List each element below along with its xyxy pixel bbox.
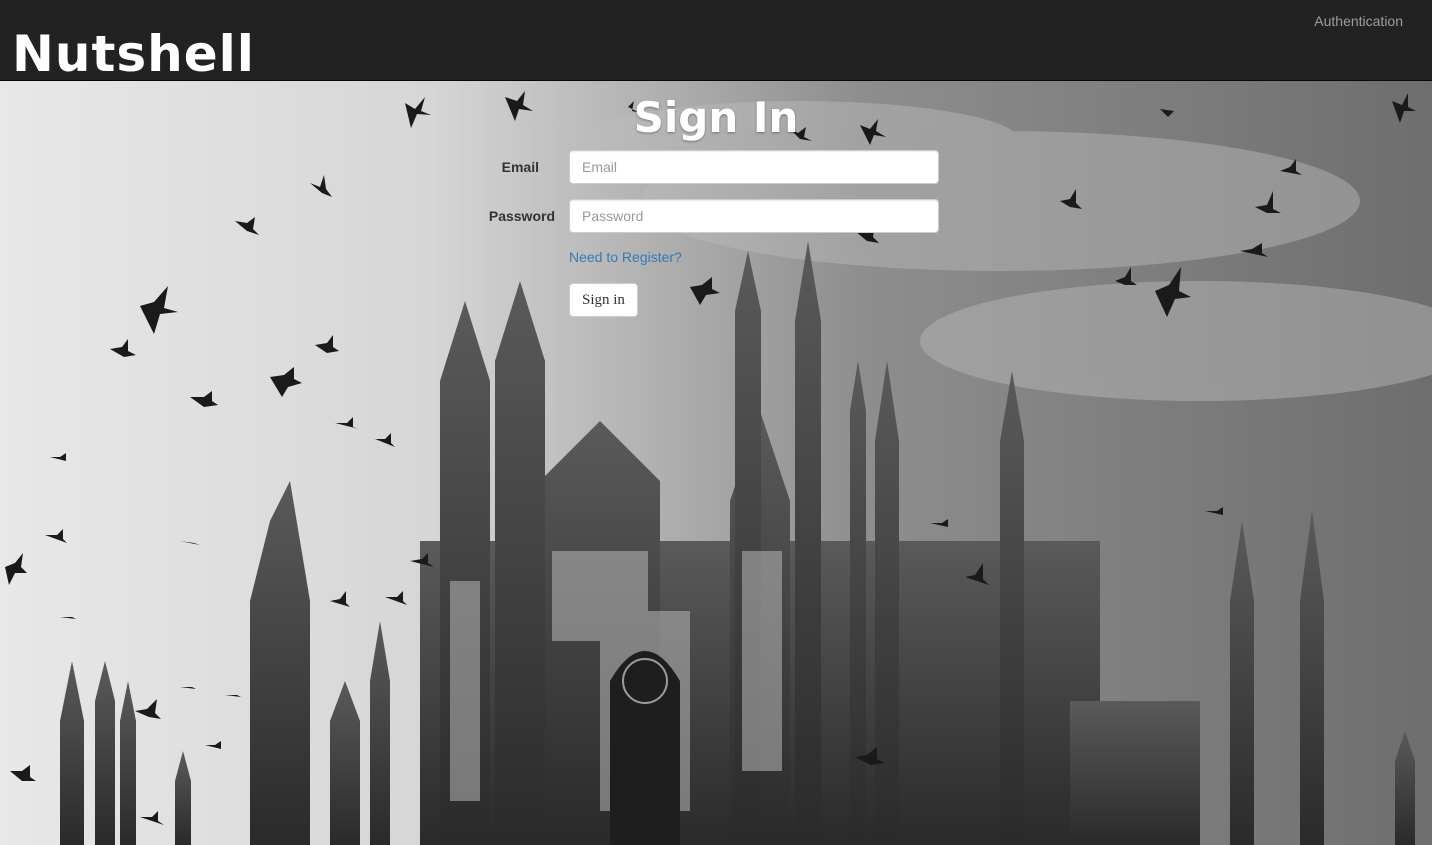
register-link[interactable]: Need to Register?	[569, 249, 682, 265]
brand-logo[interactable]: Nutshell	[12, 26, 255, 82]
email-label: Email	[501, 159, 539, 175]
top-navbar: Nutshell Authentication	[0, 0, 1432, 82]
password-field[interactable]	[569, 199, 939, 233]
authentication-nav-link[interactable]: Authentication	[1314, 13, 1403, 29]
background-photo: Sign In	[0, 81, 1432, 845]
sign-in-button[interactable]: Sign in	[569, 283, 638, 317]
email-field[interactable]	[569, 150, 939, 184]
sign-in-heading: Sign In	[633, 93, 799, 142]
cathedral-photo-illustration	[0, 81, 1432, 845]
password-label: Password	[488, 208, 555, 224]
